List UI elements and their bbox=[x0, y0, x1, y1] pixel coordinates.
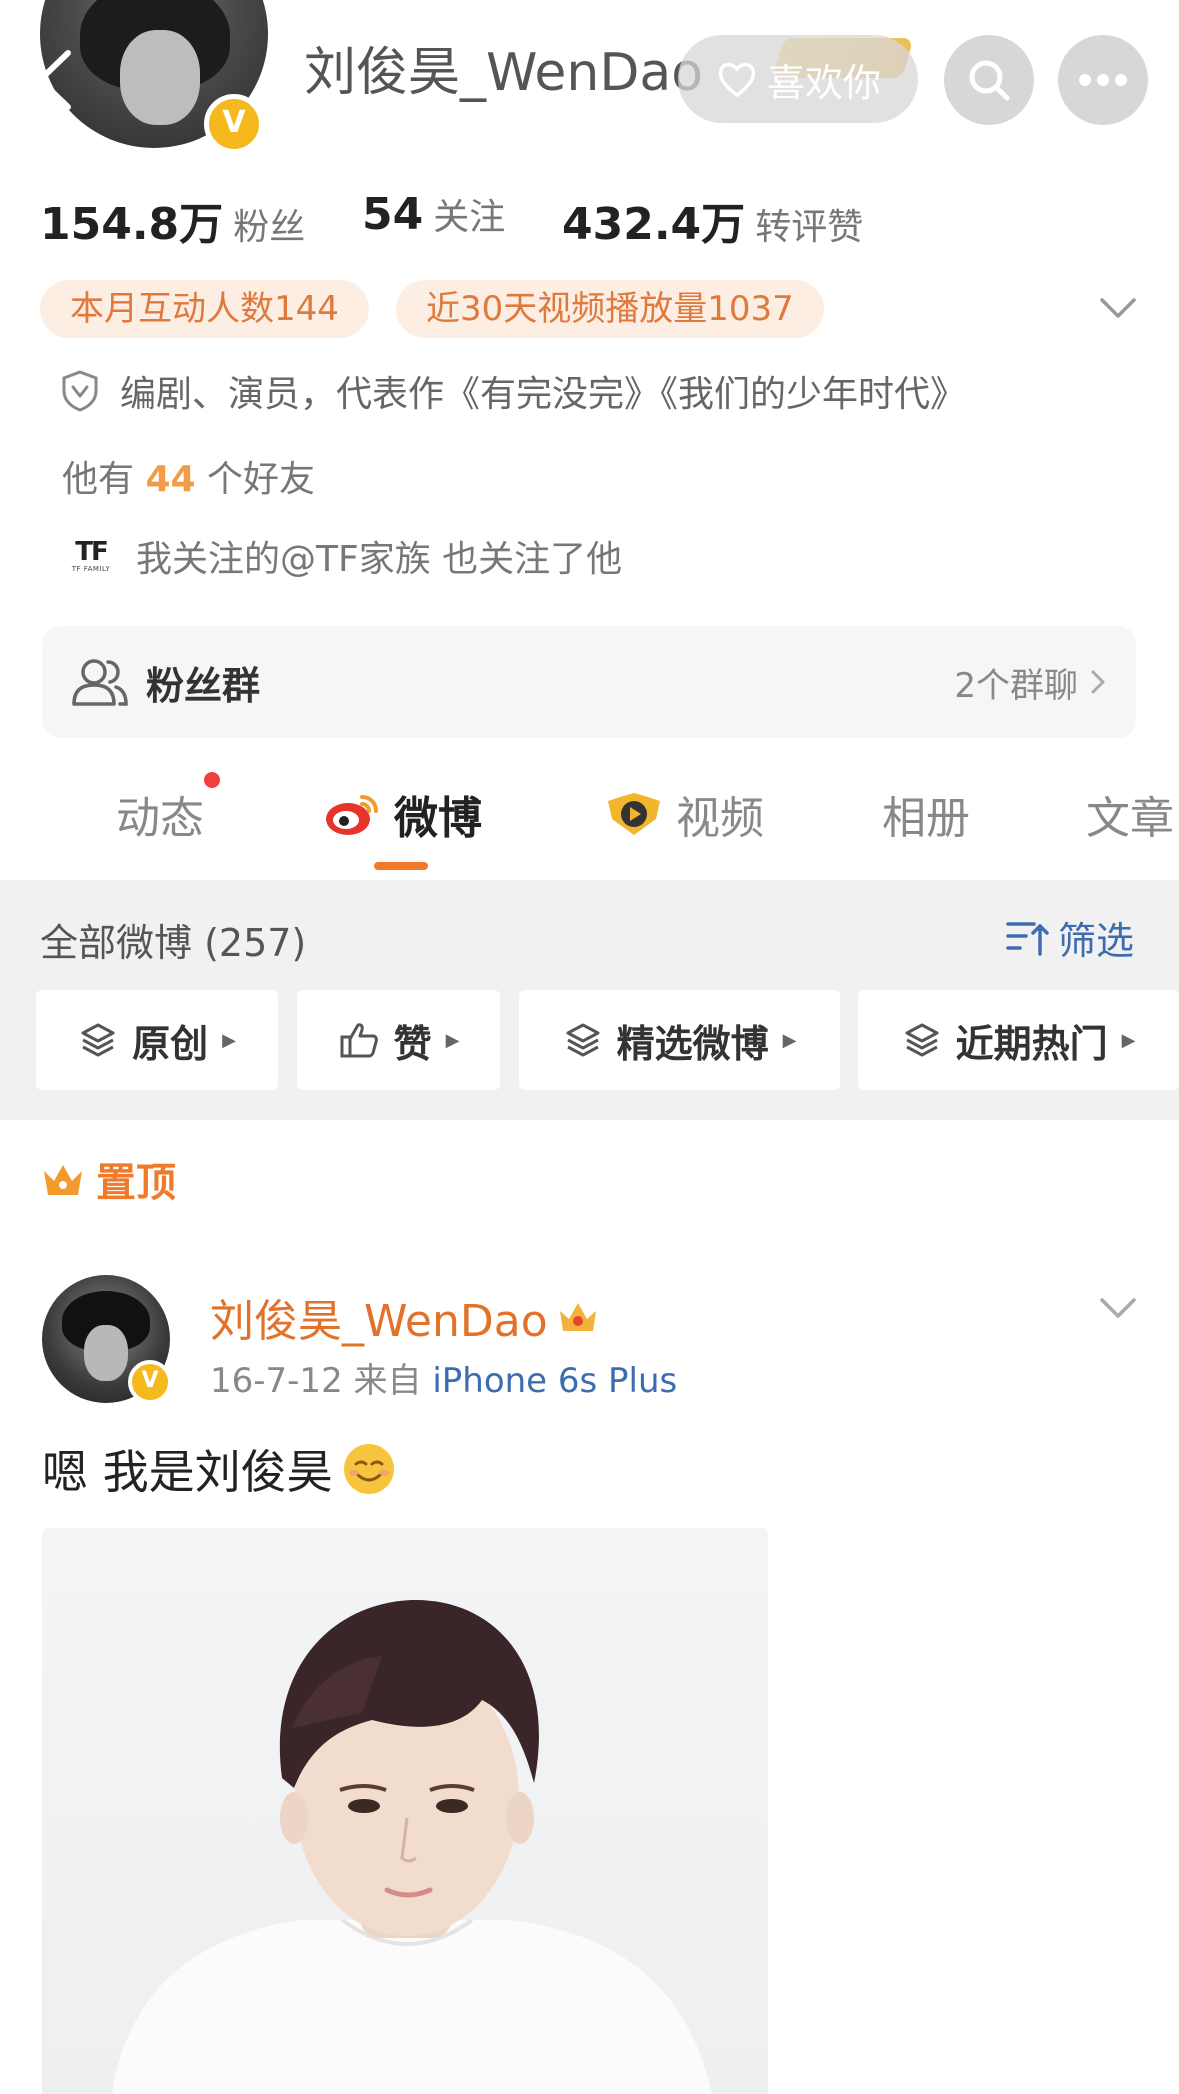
post-source[interactable]: iPhone 6s Plus bbox=[432, 1361, 677, 1401]
interaction-badge[interactable]: 本月互动人数144 bbox=[40, 280, 369, 338]
fan-group-count: 2个群聊 bbox=[954, 658, 1108, 707]
pinned-label: 置顶 bbox=[40, 1150, 176, 1208]
chip-original[interactable]: 原创 ▶ bbox=[36, 990, 278, 1090]
stat-value: 54 bbox=[362, 189, 424, 240]
more-icon bbox=[1079, 74, 1127, 86]
chip-featured[interactable]: 精选微博 ▶ bbox=[519, 990, 840, 1090]
video-logo-icon bbox=[608, 793, 660, 835]
verified-badge: V bbox=[204, 94, 264, 154]
stat-label: 粉丝 bbox=[233, 207, 306, 248]
stat-value: 154.8万 bbox=[40, 199, 224, 250]
layers-icon bbox=[905, 1023, 939, 1057]
chip-recent-hot[interactable]: 近期热门 ▶ bbox=[858, 990, 1179, 1090]
tab-label: 相册 bbox=[882, 793, 970, 844]
post-date: 16-7-12 bbox=[210, 1361, 343, 1401]
post-from-label: 来自 bbox=[353, 1361, 422, 1401]
back-icon[interactable] bbox=[30, 45, 80, 115]
chip-label: 原创 bbox=[132, 1021, 209, 1066]
layers-icon bbox=[566, 1023, 600, 1057]
caret-right-icon: ▶ bbox=[782, 1029, 797, 1051]
like-you-button[interactable]: 喜欢你 bbox=[678, 35, 918, 123]
bio-row: 编剧、演员，代表作《有完没完》《我们的少年时代》 bbox=[60, 365, 966, 417]
chevron-down-icon[interactable] bbox=[1098, 290, 1138, 326]
filter-button[interactable]: 筛选 bbox=[1006, 910, 1134, 965]
friends-suffix: 个好友 bbox=[207, 459, 316, 500]
profile-name: 刘俊昊_WenDao bbox=[304, 43, 704, 103]
shield-icon bbox=[62, 370, 98, 412]
weibo-logo-icon bbox=[326, 795, 378, 835]
post-author-name[interactable]: 刘俊昊_WenDao bbox=[210, 1285, 600, 1349]
tab-album[interactable]: 相册 bbox=[882, 782, 970, 846]
chip-label: 赞 bbox=[393, 1021, 432, 1066]
active-tab-indicator bbox=[374, 862, 428, 870]
mutual-follow-row[interactable]: TF TF FAMILY 我关注的@TF家族 也关注了他 bbox=[64, 530, 622, 582]
all-weibo-count: 全部微博 (257) bbox=[40, 921, 307, 965]
tab-label: 动态 bbox=[116, 793, 204, 844]
post-text: 嗯 我是刘俊昊 bbox=[42, 1436, 397, 1502]
tab-label: 微博 bbox=[394, 793, 482, 844]
bio-text: 编剧、演员，代表作《有完没完》《我们的少年时代》 bbox=[120, 374, 967, 415]
crown-icon bbox=[44, 1165, 82, 1195]
post-meta: 16-7-12 来自 iPhone 6s Plus bbox=[210, 1353, 677, 1402]
more-button[interactable] bbox=[1058, 35, 1148, 125]
friends-number: 44 bbox=[145, 459, 196, 500]
fan-group-label: 粉丝群 bbox=[146, 663, 261, 708]
tab-label: 视频 bbox=[676, 793, 764, 844]
layers-icon bbox=[81, 1023, 115, 1057]
filter-label: 筛选 bbox=[1058, 919, 1135, 963]
caret-right-icon: ▶ bbox=[1121, 1029, 1136, 1051]
tab-weibo[interactable]: 微博 bbox=[322, 782, 482, 846]
tf-family-logo: TF TF FAMILY bbox=[71, 536, 111, 573]
video-plays-badge[interactable]: 近30天视频播放量1037 bbox=[396, 280, 824, 338]
fan-group-row[interactable]: 粉丝群 2个群聊 bbox=[42, 626, 1136, 738]
stat-value: 432.4万 bbox=[562, 199, 746, 250]
stat-label: 转评赞 bbox=[755, 207, 864, 248]
chip-label: 精选微博 bbox=[616, 1021, 769, 1066]
like-you-label: 喜欢你 bbox=[766, 60, 881, 105]
tab-label: 文章 bbox=[1086, 793, 1174, 844]
vip-crown-icon bbox=[559, 1303, 596, 1331]
group-icon bbox=[72, 659, 128, 706]
chip-like[interactable]: 赞 ▶ bbox=[297, 990, 500, 1090]
caret-right-icon: ▶ bbox=[222, 1029, 236, 1051]
stat-following[interactable]: 54 关注 bbox=[362, 188, 505, 240]
chevron-right-icon bbox=[1091, 670, 1105, 694]
stat-fans[interactable]: 154.8万 粉丝 bbox=[40, 188, 305, 252]
search-button[interactable] bbox=[944, 35, 1034, 125]
chevron-down-icon[interactable] bbox=[1098, 1290, 1138, 1326]
verified-badge: V bbox=[128, 1360, 172, 1404]
portrait-photo bbox=[112, 1599, 712, 2094]
mutual-follow-text: 我关注的@TF家族 也关注了他 bbox=[136, 539, 623, 580]
notification-dot bbox=[204, 772, 220, 788]
caret-right-icon: ▶ bbox=[445, 1029, 460, 1051]
friends-count[interactable]: 他有 44 个好友 bbox=[62, 450, 315, 502]
friends-prefix: 他有 bbox=[62, 459, 135, 500]
chip-label: 近期热门 bbox=[955, 1021, 1108, 1066]
stat-label: 关注 bbox=[433, 197, 506, 238]
tab-dynamic[interactable]: 动态 bbox=[116, 772, 220, 846]
post-image[interactable] bbox=[42, 1528, 768, 2094]
tab-article[interactable]: 文章 bbox=[1086, 782, 1174, 846]
filter-icon bbox=[1006, 921, 1049, 956]
smile-emoji-icon bbox=[343, 1444, 394, 1494]
stat-reposts[interactable]: 432.4万 转评赞 bbox=[562, 188, 863, 252]
search-icon bbox=[969, 60, 1010, 101]
thumb-up-icon bbox=[340, 1023, 378, 1058]
tab-video[interactable]: 视频 bbox=[604, 782, 764, 846]
heart-icon bbox=[718, 62, 756, 98]
